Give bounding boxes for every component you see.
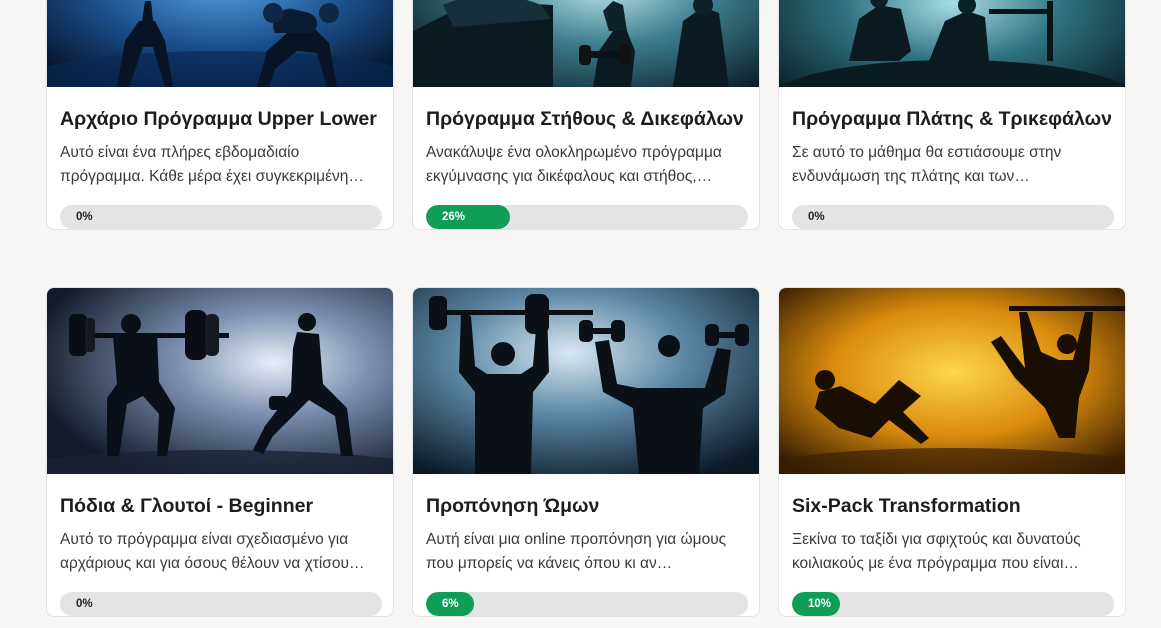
description-line: εκγύμνασης για δικέφαλους και στήθος,… [426, 168, 713, 185]
progress-label: 0% [76, 211, 93, 223]
course-title[interactable]: Προπόνηση Ώμων [426, 474, 746, 518]
description-line: που μπορείς να κάνεις όπου κι αν… [426, 555, 673, 572]
progress-bar: 0% [60, 205, 382, 229]
course-title[interactable]: Πόδια & Γλουτοί - Beginner [60, 474, 380, 518]
course-image[interactable] [779, 288, 1125, 474]
description-line: Αυτό το πρόγραμμα είναι σχεδιασμένο για [60, 531, 349, 548]
progress-bar: 6% [426, 592, 748, 616]
progress-fill [426, 205, 510, 229]
progress-label: 10% [808, 598, 832, 610]
course-description: Σε αυτό το μάθημα θα εστιάσουμε στην ενδ… [792, 141, 1112, 189]
course-image[interactable] [47, 288, 393, 474]
progress-bar: 0% [60, 592, 382, 616]
description-line: Αυτό είναι ένα πλήρες εβδομαδιαίο [60, 144, 300, 161]
course-card[interactable]: Προπόνηση Ώμων Αυτή είναι μια online προ… [412, 287, 760, 617]
progress-label: 0% [76, 598, 93, 610]
course-card[interactable]: Αρχάριο Πρόγραμμα Upper Lower Αυτό είναι… [46, 0, 394, 230]
course-card[interactable]: Πρόγραμμα Στήθους & Δικεφάλων Ανακάλυψε … [412, 0, 760, 230]
course-title[interactable]: Πρόγραμμα Πλάτης & Τρικεφάλων [792, 87, 1112, 131]
progress-bar: 0% [792, 205, 1114, 229]
card-body: Πρόγραμμα Πλάτης & Τρικεφάλων Σε αυτό το… [779, 87, 1125, 229]
card-body: Πρόγραμμα Στήθους & Δικεφάλων Ανακάλυψε … [413, 87, 759, 229]
course-image[interactable] [47, 0, 393, 87]
description-line: Σε αυτό το μάθημα θα εστιάσουμε στην [792, 144, 1062, 161]
description-line: πρόγραμμα. Κάθε μέρα έχει συγκεκριμένη… [60, 168, 364, 185]
description-line: αρχάριους και για όσους θέλουν να χτίσου… [60, 555, 365, 572]
course-title[interactable]: Πρόγραμμα Στήθους & Δικεφάλων [426, 87, 746, 131]
description-line: ενδυνάμωση της πλάτης και των… [792, 168, 1030, 185]
progress-label: 0% [808, 211, 825, 223]
description-line: κοιλιακούς με ένα πρόγραμμα που είναι… [792, 555, 1079, 572]
course-image[interactable] [779, 0, 1125, 87]
card-body: Six-Pack Transformation Ξεκίνα το ταξίδι… [779, 474, 1125, 616]
course-description: Ξεκίνα το ταξίδι για σφιχτούς και δυνατο… [792, 528, 1112, 576]
course-title[interactable]: Αρχάριο Πρόγραμμα Upper Lower [60, 87, 380, 131]
course-image[interactable] [413, 0, 759, 87]
progress-bar: 10% [792, 592, 1114, 616]
description-line: Ανακάλυψε ένα ολοκληρωμένο πρόγραμμα [426, 144, 722, 161]
description-line: Αυτή είναι μια online προπόνηση για ώμου… [426, 531, 727, 548]
course-title[interactable]: Six-Pack Transformation [792, 474, 1112, 518]
card-body: Αρχάριο Πρόγραμμα Upper Lower Αυτό είναι… [47, 87, 393, 229]
course-description: Αυτό το πρόγραμμα είναι σχεδιασμένο για … [60, 528, 380, 576]
course-card[interactable]: Six-Pack Transformation Ξεκίνα το ταξίδι… [778, 287, 1126, 617]
card-body: Προπόνηση Ώμων Αυτή είναι μια online προ… [413, 474, 759, 616]
course-description: Αυτό είναι ένα πλήρες εβδομαδιαίο πρόγρα… [60, 141, 380, 189]
course-description: Αυτή είναι μια online προπόνηση για ώμου… [426, 528, 746, 576]
progress-label: 26% [442, 211, 466, 223]
course-description: Ανακάλυψε ένα ολοκληρωμένο πρόγραμμα εκγ… [426, 141, 746, 189]
progress-label: 6% [442, 598, 459, 610]
course-image[interactable] [413, 288, 759, 474]
course-card[interactable]: Πρόγραμμα Πλάτης & Τρικεφάλων Σε αυτό το… [778, 0, 1126, 230]
course-card[interactable]: Πόδια & Γλουτοί - Beginner Αυτό το πρόγρ… [46, 287, 394, 617]
progress-bar: 26% [426, 205, 748, 229]
card-body: Πόδια & Γλουτοί - Beginner Αυτό το πρόγρ… [47, 474, 393, 616]
description-line: Ξεκίνα το ταξίδι για σφιχτούς και δυνατο… [792, 531, 1081, 548]
